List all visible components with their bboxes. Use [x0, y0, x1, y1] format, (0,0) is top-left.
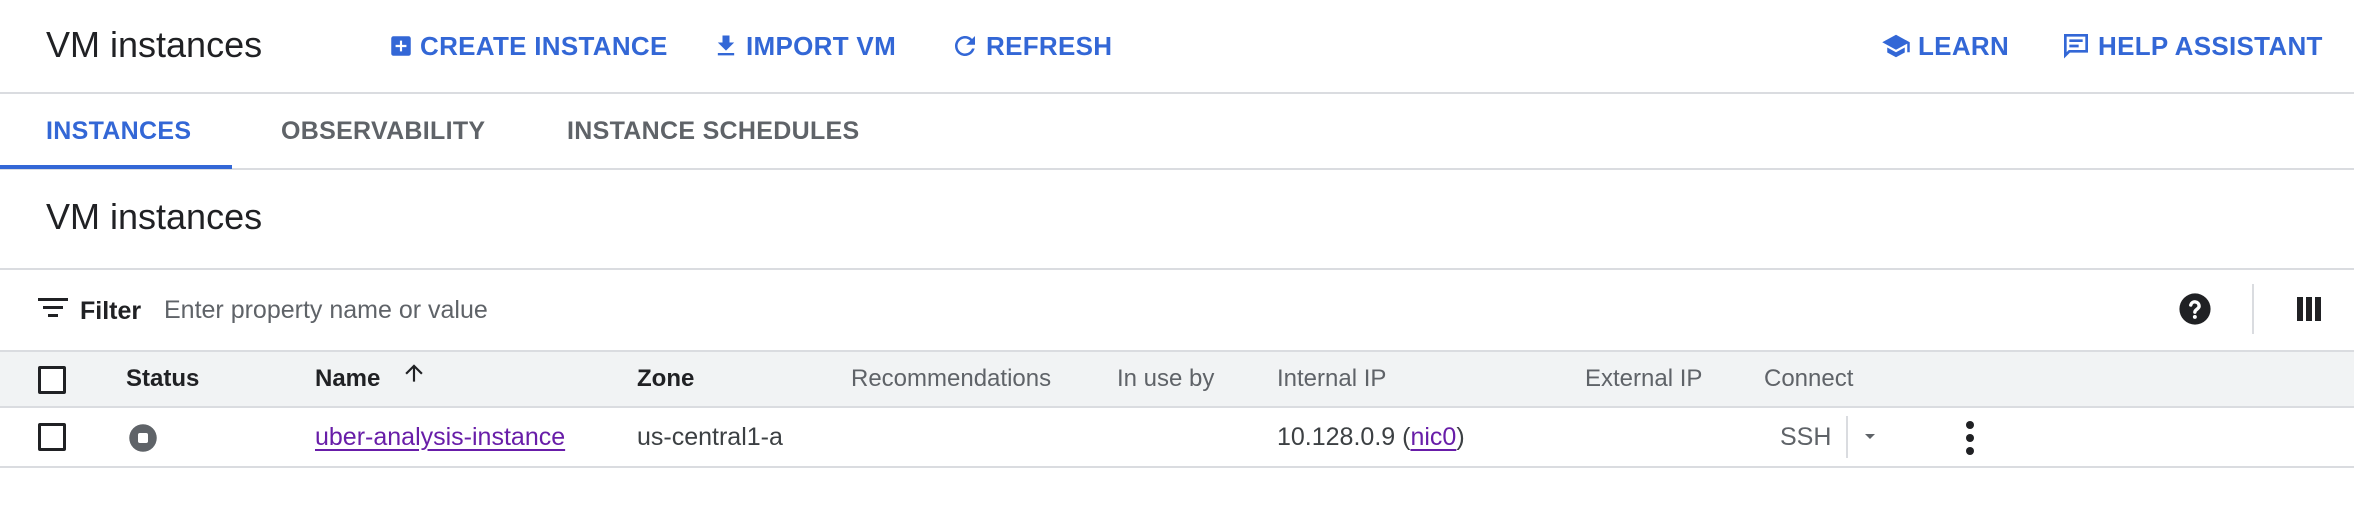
refresh-icon — [950, 31, 980, 61]
add-box-icon — [388, 32, 414, 60]
tab-instance-schedules[interactable]: INSTANCE SCHEDULES — [567, 94, 859, 168]
chat-icon — [2060, 30, 2092, 62]
instance-internal-ip: 10.128.0.9 (nic0) — [1277, 423, 1465, 451]
more-vert-icon[interactable] — [1960, 419, 1980, 462]
column-display-icon[interactable] — [2296, 296, 2322, 327]
create-instance-button[interactable]: CREATE INSTANCE — [388, 28, 668, 64]
section-title: VM instances — [46, 196, 263, 237]
filter-list-icon — [38, 296, 68, 327]
column-name[interactable]: Name — [315, 352, 427, 406]
column-recommendations[interactable]: Recommendations — [851, 352, 1051, 406]
stopped-status-icon — [128, 423, 158, 458]
import-vm-button[interactable]: IMPORT VM — [712, 28, 896, 64]
refresh-label: REFRESH — [986, 30, 1113, 61]
help-icon[interactable] — [2178, 292, 2212, 331]
ssh-divider — [1846, 416, 1848, 458]
top-toolbar: VM instances CREATE INSTANCE IMPORT VM R… — [0, 0, 2354, 94]
ssh-button[interactable]: SSH — [1780, 408, 1831, 466]
column-zone[interactable]: Zone — [637, 352, 694, 406]
import-vm-label: IMPORT VM — [746, 30, 897, 61]
filter-label: Filter — [80, 296, 142, 325]
column-external-ip[interactable]: External IP — [1585, 352, 1702, 406]
filter-divider — [2252, 284, 2254, 334]
nic-link[interactable]: nic0 — [1410, 423, 1456, 451]
ssh-dropdown-arrow-icon[interactable] — [1858, 424, 1882, 453]
school-icon — [1880, 31, 1912, 61]
arrow-up-icon — [401, 353, 427, 407]
active-tab-indicator — [0, 165, 232, 169]
instance-zone: us-central1-a — [637, 423, 783, 451]
filter-button[interactable]: Filter — [38, 292, 141, 330]
column-internal-ip[interactable]: Internal IP — [1277, 352, 1386, 406]
create-instance-label: CREATE INSTANCE — [420, 30, 668, 61]
tab-observability[interactable]: OBSERVABILITY — [281, 94, 485, 168]
table-row: uber-analysis-instance us-central1-a 10.… — [0, 408, 2354, 468]
help-assistant-button[interactable]: HELP ASSISTANT — [2060, 28, 2323, 64]
filter-bar: Filter — [0, 268, 2354, 352]
column-in-use-by[interactable]: In use by — [1117, 352, 1214, 406]
download-icon — [712, 31, 740, 61]
tab-instances[interactable]: INSTANCES — [46, 94, 191, 168]
internal-ip-value: 10.128.0.9 — [1277, 423, 1396, 451]
learn-label: LEARN — [1918, 30, 2010, 61]
select-all-checkbox[interactable] — [38, 366, 66, 394]
page-title: VM instances — [46, 24, 263, 65]
instance-name-link[interactable]: uber-analysis-instance — [315, 408, 565, 466]
column-name-label: Name — [315, 365, 381, 392]
filter-input[interactable] — [164, 290, 1464, 330]
column-connect: Connect — [1764, 365, 1854, 392]
help-assistant-label: HELP ASSISTANT — [2098, 30, 2323, 61]
refresh-button[interactable]: REFRESH — [950, 28, 1112, 64]
learn-button[interactable]: LEARN — [1880, 28, 2009, 64]
row-checkbox[interactable] — [38, 423, 66, 451]
table-header: Status Name Zone Recommendations In use … — [0, 352, 2354, 408]
column-status[interactable]: Status — [126, 352, 199, 406]
tab-bar: INSTANCES OBSERVABILITY INSTANCE SCHEDUL… — [0, 94, 2354, 170]
